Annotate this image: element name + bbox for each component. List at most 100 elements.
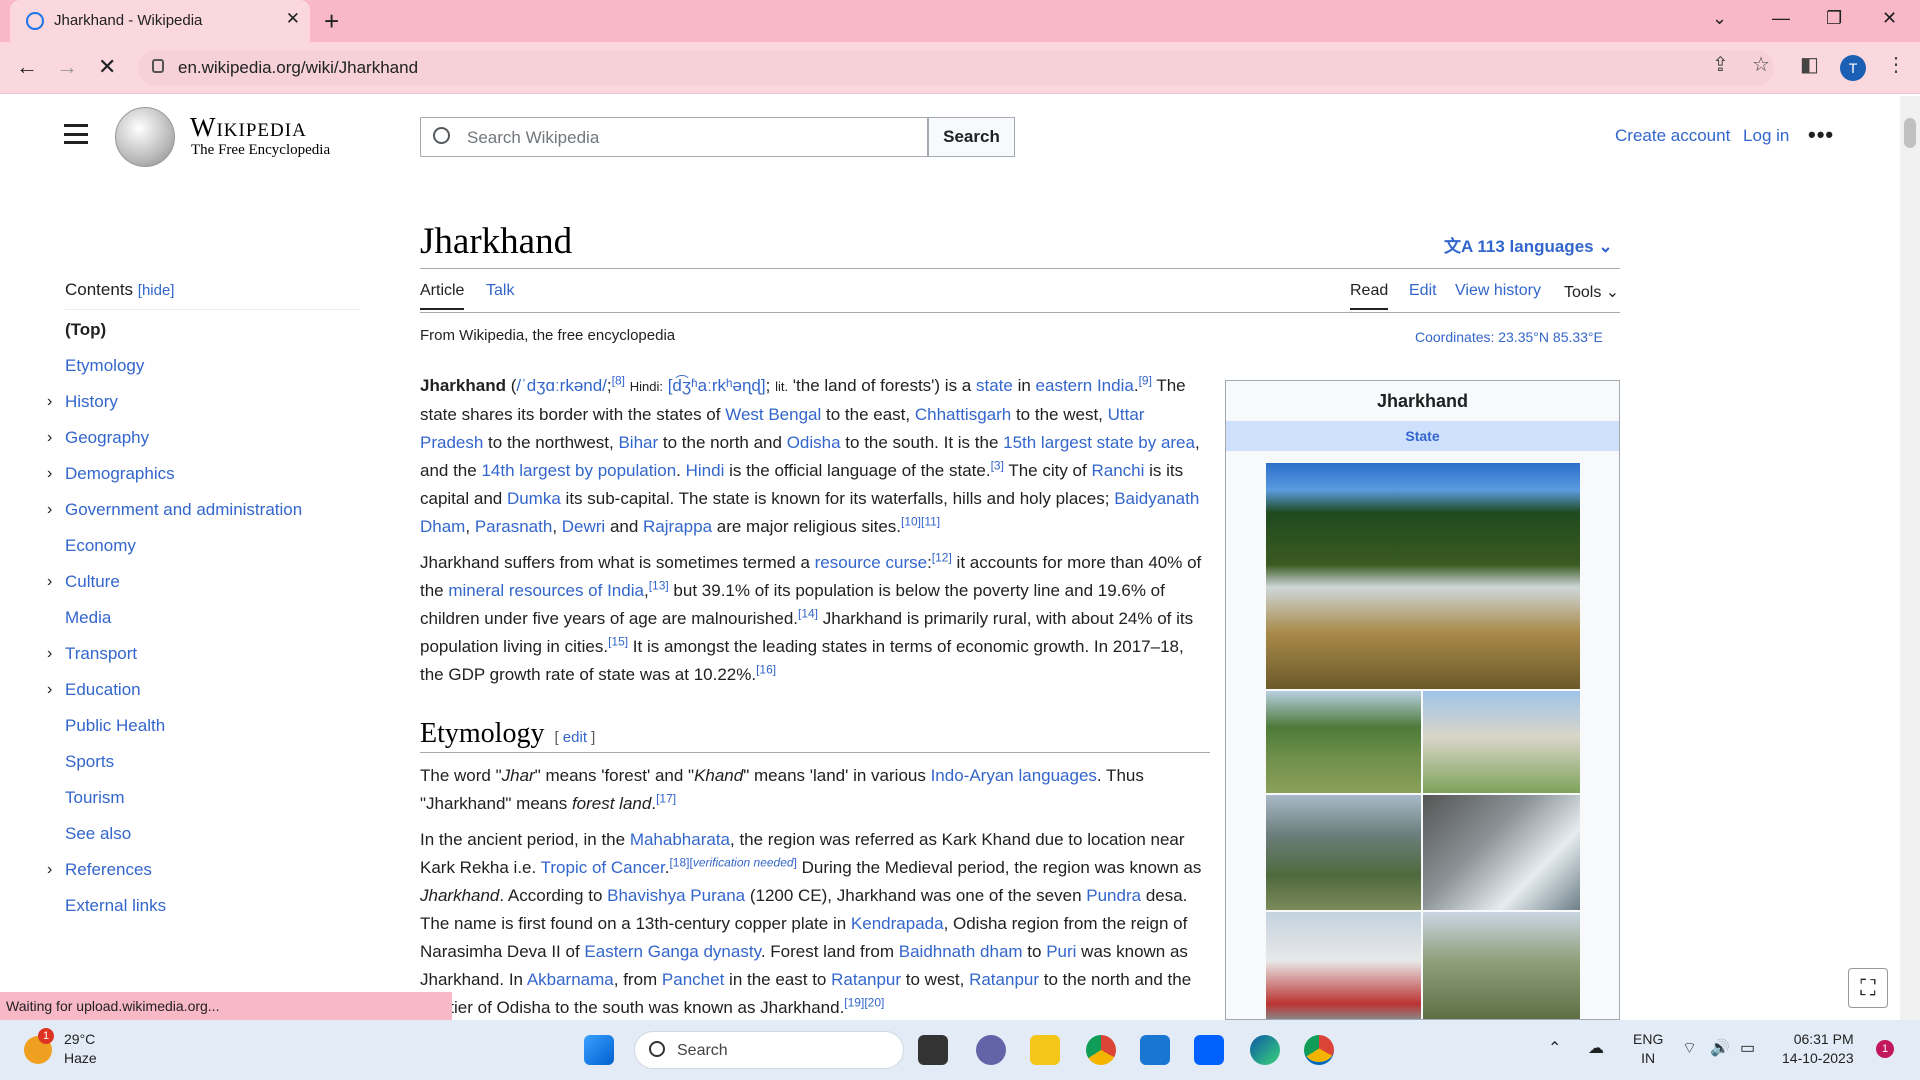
language-indicator[interactable]: ENG IN bbox=[1633, 1030, 1663, 1068]
chevron-right-icon[interactable]: › bbox=[47, 384, 52, 420]
toc-item[interactable]: › Geography bbox=[47, 420, 360, 456]
toc-item[interactable]: Etymology bbox=[65, 348, 360, 384]
teams-chat-icon[interactable] bbox=[976, 1035, 1006, 1065]
main-menu-icon[interactable] bbox=[64, 124, 88, 144]
tab-article[interactable]: Article bbox=[420, 282, 465, 310]
toc-item-label: Tourism bbox=[65, 788, 125, 807]
back-arrow-icon[interactable]: ← bbox=[16, 54, 38, 80]
lead-paragraph-1: Jharkhand (/ˈdʒɑːrkənd/;[8] Hindi: [d͡ʒʱ… bbox=[420, 373, 1200, 536]
tools-menu[interactable]: Tools ⌄ bbox=[1564, 282, 1619, 302]
weather-condition: Haze bbox=[64, 1050, 97, 1066]
coordinates-link[interactable]: Coordinates: 23.35°N 85.33°E bbox=[1415, 329, 1603, 345]
toc-item[interactable]: Public Health bbox=[65, 708, 360, 744]
chrome-active-icon[interactable] bbox=[1304, 1035, 1334, 1065]
clock[interactable]: 06:31 PM 14-10-2023 bbox=[1782, 1030, 1854, 1068]
stop-loading-icon[interactable]: ✕ bbox=[98, 54, 116, 80]
task-view-icon[interactable] bbox=[918, 1035, 948, 1065]
chevron-right-icon[interactable]: › bbox=[47, 852, 52, 888]
tray-chevron-icon[interactable]: ⌃ bbox=[1548, 1038, 1561, 1058]
tab-close-icon[interactable]: ✕ bbox=[286, 9, 300, 29]
url-text: en.wikipedia.org/wiki/Jharkhand bbox=[178, 58, 419, 77]
file-explorer-icon[interactable] bbox=[1030, 1035, 1060, 1065]
scrollbar[interactable] bbox=[1900, 96, 1920, 1020]
toc-hide-link[interactable]: [hide] bbox=[138, 282, 175, 299]
tab-view-history[interactable]: View history bbox=[1455, 282, 1541, 300]
chevron-right-icon[interactable]: › bbox=[47, 564, 52, 600]
toc-item-label: Government and administration bbox=[65, 500, 303, 519]
chevron-right-icon[interactable]: › bbox=[47, 420, 52, 456]
section-edit-link[interactable]: [ edit ] bbox=[554, 729, 595, 746]
tab-edit[interactable]: Edit bbox=[1409, 282, 1437, 300]
notification-badge[interactable]: 1 bbox=[1876, 1040, 1894, 1058]
profile-avatar[interactable]: T bbox=[1840, 55, 1866, 81]
toc-item[interactable]: Media bbox=[65, 600, 360, 636]
address-bar[interactable]: en.wikipedia.org/wiki/Jharkhand bbox=[138, 50, 1774, 86]
browser-tab[interactable]: Jharkhand - Wikipedia ✕ bbox=[10, 0, 310, 42]
tab-search-chevron-icon[interactable]: ⌄ bbox=[1712, 8, 1727, 29]
log-in-link[interactable]: Log in bbox=[1743, 126, 1789, 145]
create-account-link[interactable]: Create account bbox=[1615, 126, 1730, 145]
onedrive-icon[interactable]: ☁ bbox=[1588, 1038, 1604, 1058]
toc-item[interactable]: External links bbox=[65, 888, 360, 924]
volume-icon[interactable]: 🔊 bbox=[1710, 1038, 1730, 1058]
toc-item[interactable]: Sports bbox=[65, 744, 360, 780]
toc-item[interactable]: See also bbox=[65, 816, 360, 852]
waterfall-photo[interactable] bbox=[1266, 463, 1580, 689]
maximize-button[interactable]: ❐ bbox=[1826, 8, 1842, 29]
wifi-icon[interactable]: ⌔ bbox=[1682, 1038, 1697, 1058]
dropbox-icon[interactable] bbox=[1194, 1035, 1224, 1065]
hills-photo[interactable] bbox=[1266, 795, 1421, 910]
dam-photo[interactable] bbox=[1423, 795, 1580, 910]
search-input[interactable]: Search Wikipedia bbox=[420, 117, 928, 157]
tab-talk[interactable]: Talk bbox=[486, 282, 514, 300]
toc-item[interactable]: › References bbox=[47, 852, 360, 888]
toc-item[interactable]: Tourism bbox=[65, 780, 360, 816]
chevron-right-icon[interactable]: › bbox=[47, 492, 52, 528]
weather-widget[interactable]: 29°C Haze bbox=[64, 1030, 97, 1068]
chrome-icon[interactable] bbox=[1086, 1035, 1116, 1065]
minimize-button[interactable]: — bbox=[1772, 8, 1790, 29]
new-tab-button[interactable]: + bbox=[324, 6, 339, 37]
toc-item[interactable]: › Education bbox=[47, 672, 360, 708]
chevron-right-icon[interactable]: › bbox=[47, 456, 52, 492]
toc-item-label: Education bbox=[65, 680, 141, 699]
chevron-right-icon[interactable]: › bbox=[47, 672, 52, 708]
wikipedia-globe-logo[interactable] bbox=[115, 107, 175, 167]
infobox-type[interactable]: State bbox=[1226, 421, 1619, 451]
scrollbar-thumb[interactable] bbox=[1904, 118, 1916, 148]
chevron-right-icon[interactable]: › bbox=[47, 636, 52, 672]
forward-arrow-icon[interactable]: → bbox=[56, 54, 78, 80]
taskbar-search[interactable]: Search bbox=[634, 1031, 904, 1069]
tab-title: Jharkhand - Wikipedia bbox=[54, 12, 203, 29]
wikipedia-wordmark[interactable]: Wikipedia bbox=[190, 112, 307, 143]
toc-item[interactable]: › Transport bbox=[47, 636, 360, 672]
building-photo[interactable] bbox=[1423, 691, 1580, 793]
share-icon[interactable]: ⇪ bbox=[1712, 52, 1729, 77]
battery-icon[interactable]: ▭ bbox=[1740, 1038, 1755, 1058]
etymology-paragraph-2: In the ancient period, in the Mahabharat… bbox=[420, 830, 1202, 1017]
toc-item[interactable]: › Government and administration bbox=[47, 492, 360, 528]
tab-favicon-icon bbox=[26, 12, 44, 30]
temple-photo[interactable] bbox=[1266, 912, 1421, 1019]
browser-menu-icon[interactable]: ⋮ bbox=[1886, 52, 1906, 77]
close-window-button[interactable]: ✕ bbox=[1882, 8, 1897, 29]
toc-item[interactable]: › Demographics bbox=[47, 456, 360, 492]
toc-item[interactable]: (Top) bbox=[65, 312, 360, 348]
toc-item[interactable]: › Culture bbox=[47, 564, 360, 600]
forest-lake-photo[interactable] bbox=[1266, 691, 1421, 793]
start-windows-icon[interactable] bbox=[584, 1035, 614, 1065]
mail-icon[interactable] bbox=[1140, 1035, 1170, 1065]
edge-icon[interactable] bbox=[1250, 1035, 1280, 1065]
bookmark-star-icon[interactable]: ☆ bbox=[1752, 52, 1770, 77]
fullscreen-icon[interactable]: ⛶ bbox=[1848, 968, 1888, 1008]
toc-item[interactable]: › History bbox=[47, 384, 360, 420]
user-links: Create account Log in bbox=[1615, 126, 1797, 146]
tab-read[interactable]: Read bbox=[1350, 282, 1389, 310]
more-options-icon[interactable]: ••• bbox=[1808, 122, 1834, 148]
mountain-photo[interactable] bbox=[1423, 912, 1580, 1019]
toc-item[interactable]: Economy bbox=[65, 528, 360, 564]
languages-button[interactable]: 文A 113 languages ⌄ bbox=[1444, 232, 1613, 257]
translate-icon: 文A bbox=[1444, 237, 1478, 256]
side-panel-icon[interactable]: ◧ bbox=[1800, 52, 1819, 77]
search-button[interactable]: Search bbox=[928, 117, 1015, 157]
